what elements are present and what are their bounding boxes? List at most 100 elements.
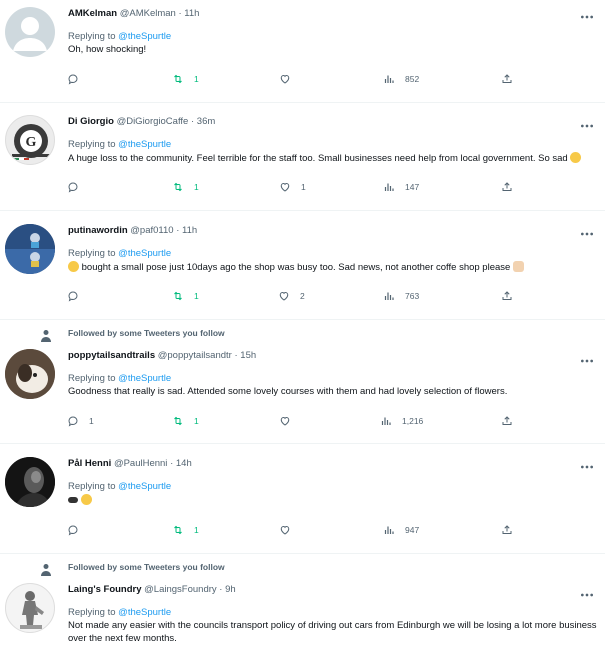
tweet[interactable]: AMKelman @AMKelman · 11h Replying to @th…	[0, 0, 605, 103]
separator: ·	[219, 584, 223, 595]
timestamp[interactable]: 9h	[225, 584, 236, 595]
reply-feed: AMKelman @AMKelman · 11h Replying to @th…	[0, 0, 605, 650]
sad-face-emoji	[570, 152, 582, 163]
avatar[interactable]	[5, 7, 55, 57]
avatar[interactable]	[5, 349, 55, 399]
social-context[interactable]: Followed by some Tweeters you follow	[68, 328, 225, 338]
share-icon	[501, 415, 513, 427]
author-handle[interactable]: @poppytailsandtr	[158, 350, 232, 361]
timestamp[interactable]: 11h	[182, 225, 197, 236]
retweet-button[interactable]: 1	[172, 523, 199, 537]
replying-to-label: Replying to	[68, 248, 119, 259]
author-name[interactable]: poppytailsandtrails	[68, 350, 155, 361]
views-button[interactable]: 147	[383, 180, 419, 194]
author-handle[interactable]: @paf0110	[130, 225, 173, 236]
replying-to-label: Replying to	[68, 607, 119, 618]
replying-to: Replying to @theSpurtle	[68, 248, 171, 259]
share-button[interactable]	[501, 180, 513, 194]
reply-icon	[67, 524, 79, 536]
share-button[interactable]	[501, 523, 513, 537]
retweet-button[interactable]: 1	[172, 289, 199, 303]
author-handle[interactable]: @DiGiorgioCaffe	[117, 116, 189, 127]
heart-icon	[278, 290, 290, 302]
tweet[interactable]: G Di Giorgio @DiGiorgioCaffe · 36m Reply…	[0, 103, 605, 211]
author-name[interactable]: Pål Henni	[68, 458, 111, 469]
more-options-icon[interactable]	[579, 356, 595, 366]
social-context[interactable]: Followed by some Tweeters you follow	[68, 562, 225, 572]
mention-link[interactable]: @theSpurtle	[118, 31, 171, 42]
avatar[interactable]	[5, 583, 55, 633]
mention-link[interactable]: @theSpurtle	[118, 481, 171, 492]
like-button[interactable]	[279, 523, 301, 537]
retweet-button[interactable]: 1	[172, 414, 199, 428]
replying-to: Replying to @theSpurtle	[68, 607, 171, 618]
tweet-text: Goodness that really is sad. Attended so…	[68, 386, 508, 397]
views-button[interactable]: 852	[383, 72, 419, 86]
sad-face-emoji	[80, 494, 92, 505]
reply-button[interactable]: 1	[67, 414, 94, 428]
replying-to-label: Replying to	[68, 139, 119, 150]
avatar[interactable]	[5, 457, 55, 507]
views-icon	[383, 181, 395, 193]
author-handle[interactable]: @PaulHenni	[114, 458, 167, 469]
more-options-icon[interactable]	[579, 12, 595, 22]
tweet-text	[68, 494, 597, 508]
retweet-button[interactable]: 1	[172, 180, 199, 194]
mention-link[interactable]: @theSpurtle	[118, 373, 171, 384]
mention-link[interactable]: @theSpurtle	[118, 248, 171, 259]
heart-icon	[279, 73, 291, 85]
reply-button[interactable]	[67, 289, 89, 303]
like-button[interactable]: 1	[279, 180, 306, 194]
timestamp[interactable]: 36m	[197, 116, 215, 127]
share-button[interactable]	[501, 414, 513, 428]
more-options-icon[interactable]	[579, 121, 595, 131]
tweet[interactable]: putinawordin @paf0110 · 11h Replying to …	[0, 211, 605, 320]
like-count: 1	[301, 182, 306, 192]
like-button[interactable]	[279, 72, 301, 86]
folded-hands-emoji	[512, 261, 524, 272]
separator: ·	[190, 116, 195, 127]
avatar[interactable]: G	[5, 115, 55, 165]
author-name[interactable]: Laing's Foundry	[68, 584, 142, 595]
separator: ·	[176, 225, 180, 236]
view-count: 852	[405, 74, 420, 84]
replying-to-label: Replying to	[68, 31, 119, 42]
mention-link[interactable]: @theSpurtle	[118, 139, 171, 150]
like-button[interactable]: 2	[278, 289, 305, 303]
author-name[interactable]: Di Giorgio	[68, 116, 114, 127]
timestamp[interactable]: 14h	[176, 458, 192, 469]
views-button[interactable]: 1,216	[380, 414, 423, 428]
more-options-icon[interactable]	[579, 462, 595, 472]
author-handle[interactable]: @LaingsFoundry	[144, 584, 217, 595]
retweet-button[interactable]: 1	[172, 72, 199, 86]
share-icon	[501, 181, 513, 193]
share-button[interactable]	[501, 72, 513, 86]
views-button[interactable]: 763	[383, 289, 419, 303]
reply-button[interactable]	[67, 180, 89, 194]
more-options-icon[interactable]	[579, 229, 595, 239]
avatar[interactable]	[5, 224, 55, 274]
person-icon	[40, 329, 52, 342]
author-name[interactable]: putinawordin	[68, 225, 128, 236]
reply-button[interactable]	[67, 523, 89, 537]
like-button[interactable]	[279, 414, 301, 428]
replying-to: Replying to @theSpurtle	[68, 373, 171, 384]
author-name[interactable]: AMKelman	[68, 8, 117, 19]
timestamp[interactable]: 11h	[184, 8, 199, 19]
share-icon	[501, 290, 513, 302]
retweet-count: 1	[194, 525, 199, 535]
more-options-icon[interactable]	[579, 590, 595, 600]
heart-icon	[279, 181, 291, 193]
timestamp[interactable]: 15h	[240, 350, 256, 361]
reply-button[interactable]	[67, 72, 89, 86]
views-icon	[383, 524, 395, 536]
astonished-face-emoji	[68, 261, 79, 272]
tweet[interactable]: Pål Henni @PaulHenni · 14h Replying to @…	[0, 444, 605, 554]
tweet[interactable]: Followed by some Tweeters you follow pop…	[0, 320, 605, 444]
mention-link[interactable]: @theSpurtle	[118, 607, 171, 618]
share-button[interactable]	[501, 289, 513, 303]
author-handle[interactable]: @AMKelman	[120, 8, 176, 19]
replying-to: Replying to @theSpurtle	[68, 139, 171, 150]
views-button[interactable]: 947	[383, 523, 419, 537]
tweet[interactable]: Followed by some Tweeters you follow Lai…	[0, 554, 605, 650]
